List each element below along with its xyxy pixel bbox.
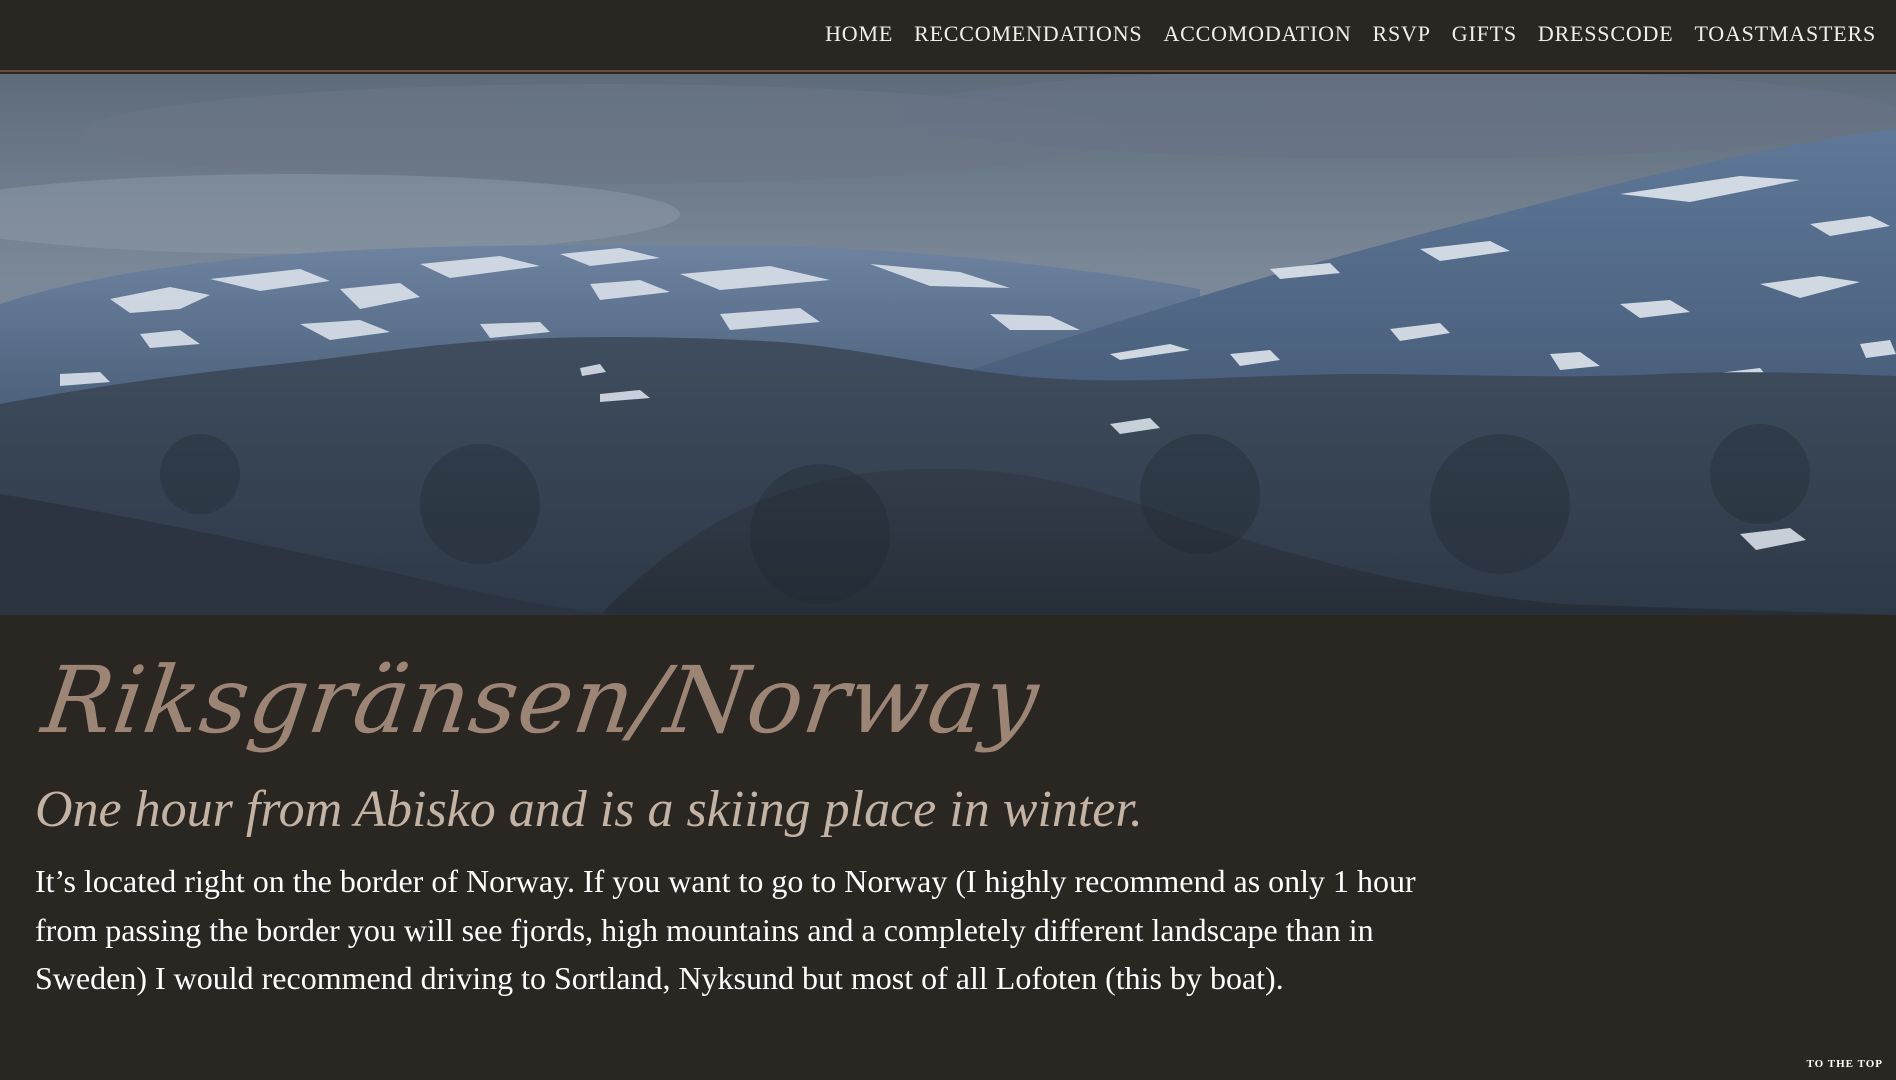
nav-item-recommendations[interactable]: RECCOMENDATIONS [914,21,1142,47]
nav-item-toastmasters[interactable]: TOASTMASTERS [1694,21,1876,47]
nav-item-rsvp[interactable]: RSVP [1373,21,1431,47]
mountain-landscape-illustration [0,74,1896,615]
article-content: Riksgränsen/Norway One hour from Abisko … [35,647,1455,1003]
to-the-top-link[interactable]: TO THE TOP [1807,1058,1883,1070]
page-subtitle: One hour from Abisko and is a skiing pla… [35,781,1143,838]
hero-mountain-image [0,74,1896,615]
page-title: Riksgränsen/Norway [36,647,1046,754]
nav-item-dresscode[interactable]: DRESSCODE [1538,21,1674,47]
nav-item-accommodation[interactable]: ACCOMODATION [1163,21,1351,47]
top-navigation-bar: HOME RECCOMENDATIONS ACCOMODATION RSVP G… [0,0,1896,72]
nav-item-home[interactable]: HOME [825,21,893,47]
main-nav: HOME RECCOMENDATIONS ACCOMODATION RSVP G… [804,21,1876,47]
body-paragraph: It’s located right on the border of Norw… [35,863,1416,997]
nav-item-gifts[interactable]: GIFTS [1452,21,1517,47]
